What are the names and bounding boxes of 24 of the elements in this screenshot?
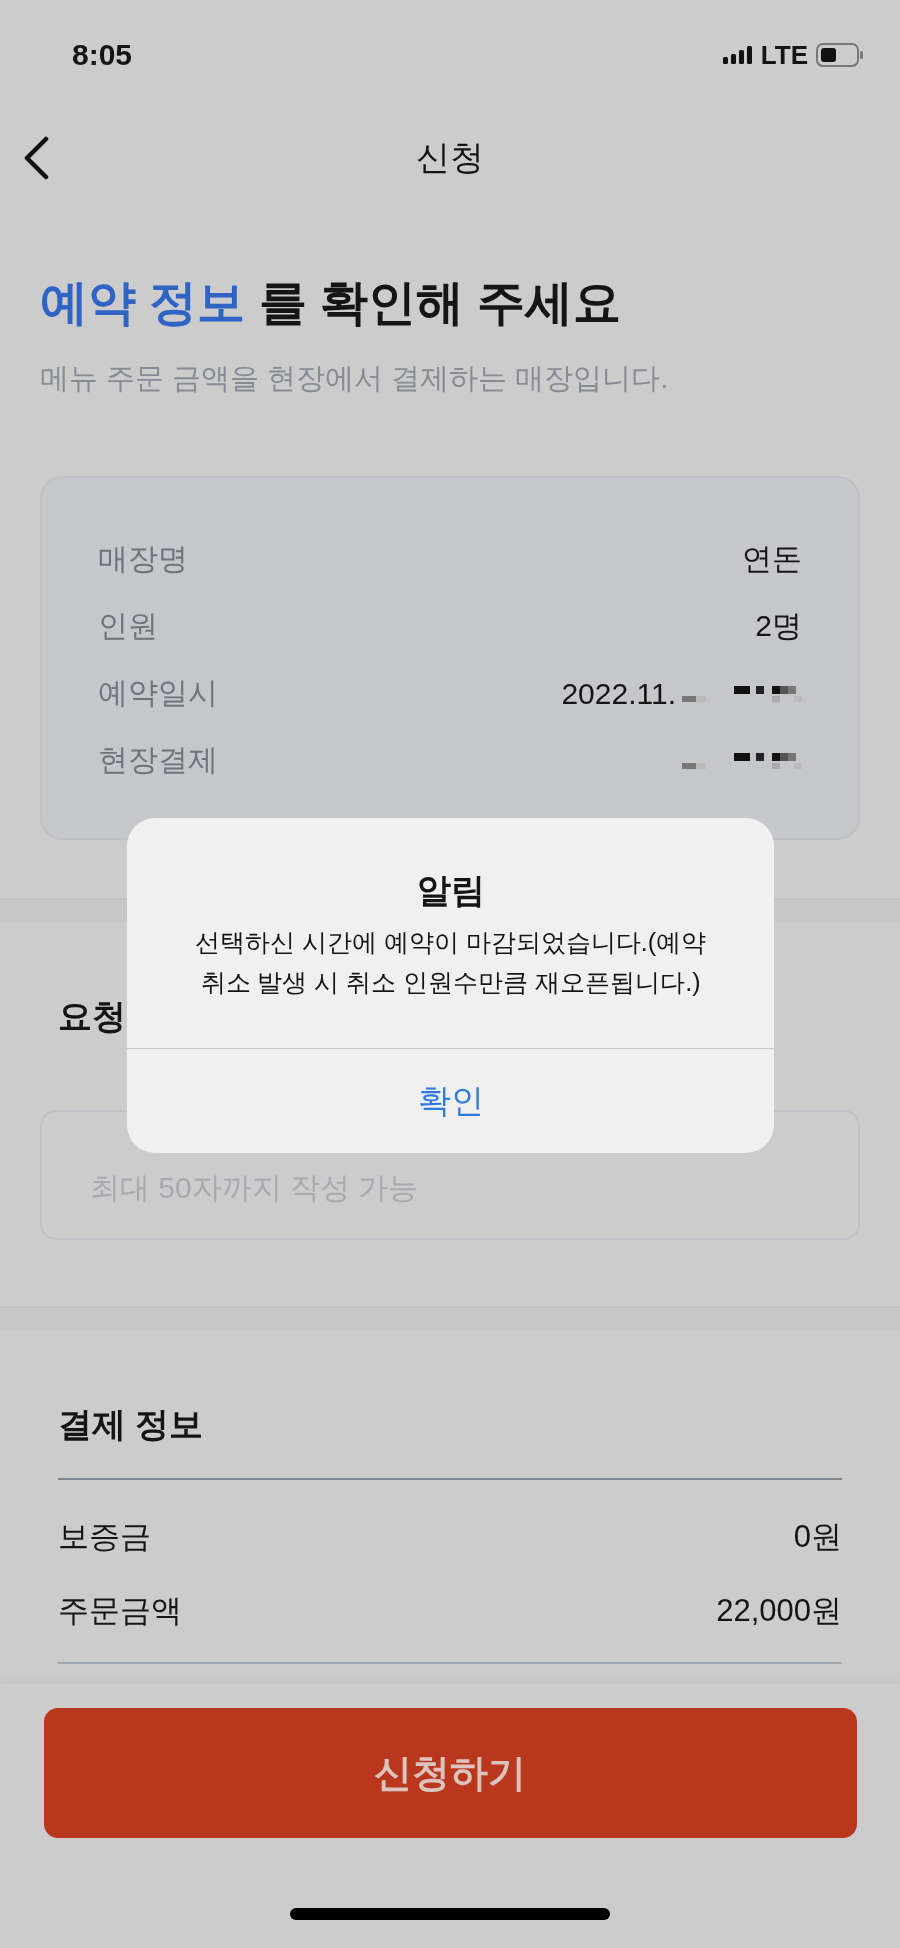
page-title: 신청 (416, 137, 484, 178)
info-label: 예약일시 (98, 675, 218, 711)
info-value: 2022.11. (561, 676, 676, 711)
payment-amount: 0원 (793, 1518, 842, 1556)
back-icon[interactable] (22, 136, 50, 180)
payment-title: 결제 정보 (58, 1404, 204, 1445)
battery-icon (816, 43, 864, 67)
info-label: 인원 (98, 608, 158, 644)
subtitle: 메뉴 주문 금액을 현장에서 결제하는 매장입니다. (40, 361, 670, 396)
payment-label: 보증금 (58, 1518, 151, 1556)
network-label: LTE (760, 39, 808, 71)
alert-message: 선택하신 시간에 예약이 마감되었습니다.(예약 취소 발생 시 취소 인원수만큼 재오픈됩니다.) (193, 927, 708, 998)
request-label: 요청 (58, 996, 126, 1037)
info-value: 연돈 (742, 541, 802, 577)
submit-button[interactable]: 신청하기 (43, 1708, 857, 1838)
payment-amount: 22,000원 (716, 1592, 842, 1630)
heading: 예약 정보 를 확인해 주세요 (40, 275, 623, 331)
info-label: 매장명 (98, 541, 188, 577)
info-label: 현장결제 (98, 742, 218, 778)
info-value: 2명 (755, 608, 802, 644)
alert-title: 알림 (416, 870, 485, 911)
payment-label: 주문금액 (58, 1592, 182, 1630)
signal-icon (722, 46, 753, 64)
status-time: 8:05 (72, 38, 133, 72)
